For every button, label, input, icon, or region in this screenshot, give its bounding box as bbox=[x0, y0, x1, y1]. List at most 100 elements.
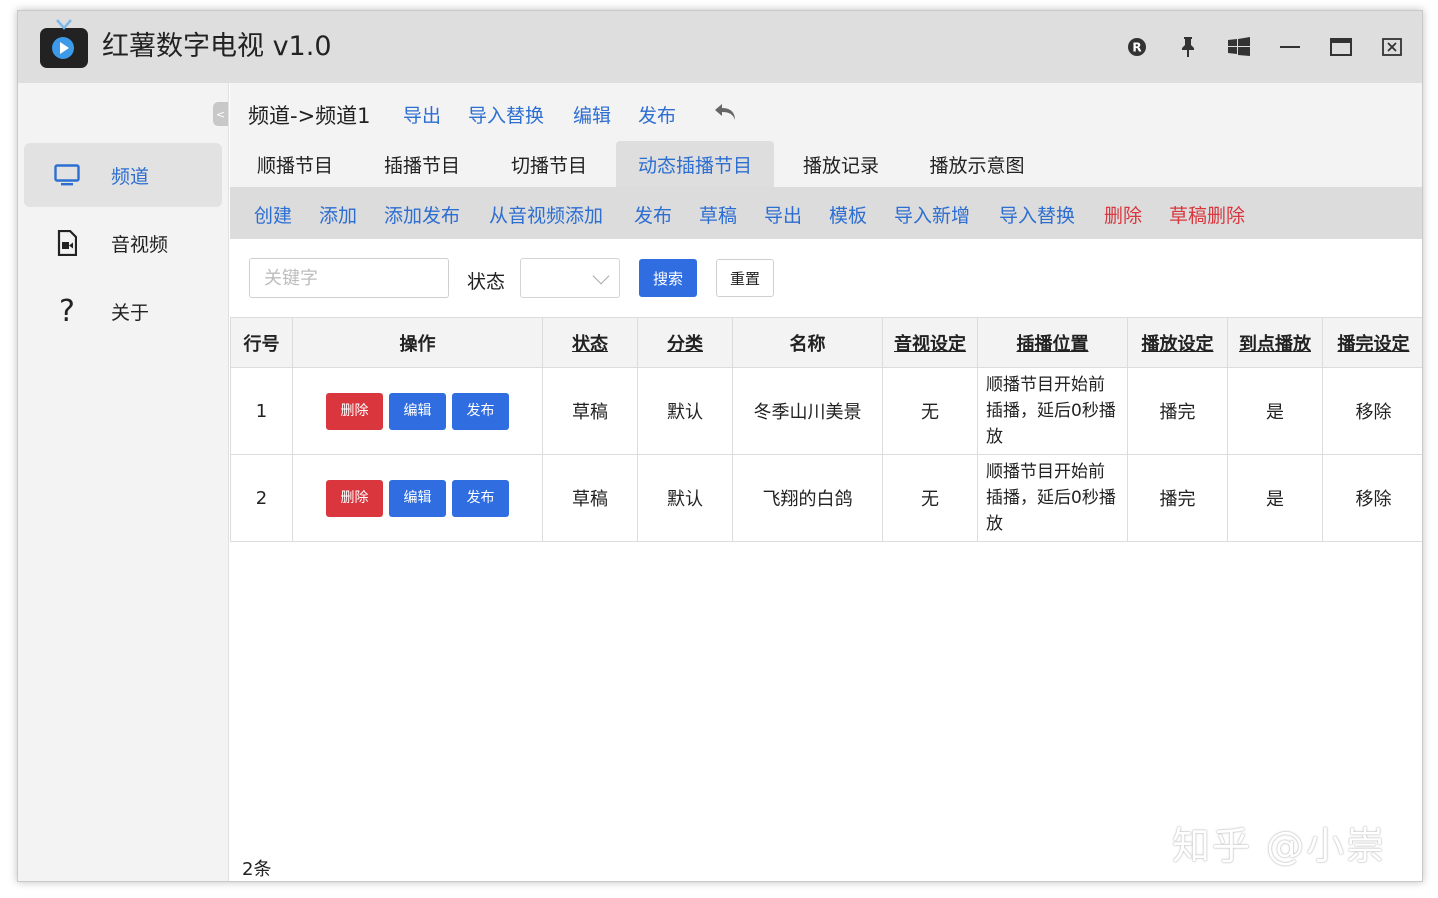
breadcrumb: 频道->频道1 bbox=[248, 104, 371, 128]
column-header-av-setting[interactable]: 音视设定 bbox=[882, 317, 978, 368]
column-header-name: 名称 bbox=[732, 317, 883, 368]
row-on-time: 是 bbox=[1227, 367, 1323, 455]
table-row: 2 删除 编辑 发布 草稿 默认 飞翔的白鸽 无 顺播节目开始前插播，延后0秒播放 … bbox=[230, 454, 1422, 542]
reset-button[interactable]: 重置 bbox=[716, 259, 774, 297]
column-header-position[interactable]: 插播位置 bbox=[977, 317, 1128, 368]
sidebar-item-label: 频道 bbox=[111, 165, 150, 188]
row-delete-button[interactable]: 删除 bbox=[326, 479, 383, 517]
column-header-after-play[interactable]: 播完设定 bbox=[1322, 317, 1422, 368]
row-play-setting: 播完 bbox=[1127, 454, 1228, 542]
row-play-setting: 播完 bbox=[1127, 367, 1228, 455]
app-window: 红薯数字电视 v1.0 R < 频道 音视频 ? 关于 频道->频道1 导出 导… bbox=[17, 10, 1423, 882]
sidebar: < 频道 音视频 ? 关于 bbox=[18, 83, 229, 881]
row-edit-button[interactable]: 编辑 bbox=[389, 479, 446, 517]
row-operations: 删除 编辑 发布 bbox=[292, 367, 543, 455]
column-header-play-setting[interactable]: 播放设定 bbox=[1127, 317, 1228, 368]
breadcrumb-edit-link[interactable]: 编辑 bbox=[573, 101, 611, 128]
row-name: 冬季山川美景 bbox=[732, 367, 883, 455]
add-link[interactable]: 添加 bbox=[319, 201, 357, 228]
row-publish-button[interactable]: 发布 bbox=[452, 392, 509, 430]
keyword-input[interactable] bbox=[249, 258, 449, 298]
breadcrumb-publish-link[interactable]: 发布 bbox=[638, 101, 676, 128]
row-operations: 删除 编辑 发布 bbox=[292, 454, 543, 542]
close-icon[interactable] bbox=[1380, 35, 1404, 59]
row-category: 默认 bbox=[637, 454, 733, 542]
antenna-icon bbox=[56, 19, 72, 30]
row-after-play: 移除 bbox=[1322, 454, 1422, 542]
sidebar-item-channel[interactable]: 频道 bbox=[24, 143, 222, 207]
watermark: 知乎 @小崇 bbox=[1172, 824, 1387, 868]
tab-dynamic-insert[interactable]: 动态插播节目 bbox=[616, 141, 774, 187]
row-delete-button[interactable]: 删除 bbox=[326, 392, 383, 430]
row-position: 顺播节目开始前插播，延后0秒播放 bbox=[977, 367, 1128, 455]
column-header-index: 行号 bbox=[230, 317, 293, 368]
table-header-row: 行号 操作 状态 分类 名称 音视设定 插播位置 播放设定 到点播放 播完设定 bbox=[230, 317, 1422, 368]
row-after-play: 移除 bbox=[1322, 367, 1422, 455]
breadcrumb-import-replace-link[interactable]: 导入替换 bbox=[468, 101, 544, 128]
undo-icon[interactable] bbox=[712, 101, 740, 125]
action-bar: 创建 添加 添加发布 从音视频添加 发布 草稿 导出 模板 导入新增 导入替换 … bbox=[230, 187, 1422, 239]
delete-link[interactable]: 删除 bbox=[1104, 201, 1142, 228]
tab-insert[interactable]: 插播节目 bbox=[369, 141, 475, 187]
breadcrumb-bar: 频道->频道1 导出 导入替换 编辑 发布 bbox=[230, 83, 1422, 141]
table-row: 1 删除 编辑 发布 草稿 默认 冬季山川美景 无 顺播节目开始前插播，延后0秒播放… bbox=[230, 367, 1422, 455]
svg-text:R: R bbox=[1132, 41, 1141, 55]
record-count: 2条 bbox=[242, 859, 272, 880]
draft-delete-link[interactable]: 草稿删除 bbox=[1169, 201, 1245, 228]
row-on-time: 是 bbox=[1227, 454, 1323, 542]
sidebar-item-about[interactable]: ? 关于 bbox=[24, 279, 222, 343]
sidebar-item-media[interactable]: 音视频 bbox=[24, 211, 222, 275]
add-publish-link[interactable]: 添加发布 bbox=[384, 201, 460, 228]
row-position: 顺播节目开始前插播，延后0秒播放 bbox=[977, 454, 1128, 542]
search-button[interactable]: 搜索 bbox=[639, 259, 697, 297]
video-file-icon bbox=[54, 230, 80, 256]
row-name: 飞翔的白鸽 bbox=[732, 454, 883, 542]
column-header-operations: 操作 bbox=[292, 317, 543, 368]
collapse-sidebar-button[interactable]: < bbox=[213, 102, 228, 126]
breadcrumb-export-link[interactable]: 导出 bbox=[403, 101, 441, 128]
program-table: 行号 操作 状态 分类 名称 音视设定 插播位置 播放设定 到点播放 播完设定 … bbox=[230, 317, 1422, 542]
sidebar-item-label: 音视频 bbox=[111, 233, 169, 256]
pin-icon[interactable] bbox=[1176, 35, 1200, 59]
tab-bar: 顺播节目 插播节目 切播节目 动态插播节目 播放记录 播放示意图 bbox=[230, 141, 1422, 187]
row-index: 2 bbox=[230, 454, 293, 542]
import-replace-link[interactable]: 导入替换 bbox=[999, 201, 1075, 228]
column-header-status[interactable]: 状态 bbox=[542, 317, 638, 368]
chevron-down-icon bbox=[592, 267, 610, 285]
r-badge-icon[interactable]: R bbox=[1125, 35, 1149, 59]
row-edit-button[interactable]: 编辑 bbox=[389, 392, 446, 430]
maximize-icon[interactable] bbox=[1329, 35, 1353, 59]
title-bar: 红薯数字电视 v1.0 R bbox=[18, 11, 1422, 83]
tab-switch[interactable]: 切播节目 bbox=[496, 141, 602, 187]
windows-icon[interactable] bbox=[1227, 35, 1251, 59]
import-new-link[interactable]: 导入新增 bbox=[894, 201, 970, 228]
monitor-icon bbox=[54, 162, 80, 188]
tab-play-diagram[interactable]: 播放示意图 bbox=[920, 141, 1034, 187]
minimize-icon[interactable] bbox=[1278, 35, 1302, 59]
row-status: 草稿 bbox=[542, 367, 638, 455]
column-header-category[interactable]: 分类 bbox=[637, 317, 733, 368]
export-link[interactable]: 导出 bbox=[764, 201, 802, 228]
row-index: 1 bbox=[230, 367, 293, 455]
draft-link[interactable]: 草稿 bbox=[699, 201, 737, 228]
template-link[interactable]: 模板 bbox=[829, 201, 867, 228]
search-row: 状态 搜索 重置 bbox=[230, 239, 1422, 317]
row-status: 草稿 bbox=[542, 454, 638, 542]
tab-sequential[interactable]: 顺播节目 bbox=[242, 141, 348, 187]
status-filter-label: 状态 bbox=[467, 271, 506, 293]
create-link[interactable]: 创建 bbox=[254, 201, 292, 228]
row-av-setting: 无 bbox=[882, 367, 978, 455]
question-icon: ? bbox=[59, 293, 75, 329]
row-category: 默认 bbox=[637, 367, 733, 455]
main-content: 频道->频道1 导出 导入替换 编辑 发布 顺播节目 插播节目 切播节目 动态插… bbox=[230, 83, 1422, 881]
publish-link[interactable]: 发布 bbox=[634, 201, 672, 228]
add-from-media-link[interactable]: 从音视频添加 bbox=[489, 201, 603, 228]
row-av-setting: 无 bbox=[882, 454, 978, 542]
app-title: 红薯数字电视 v1.0 bbox=[102, 31, 332, 62]
status-select[interactable] bbox=[520, 258, 620, 298]
app-logo-icon bbox=[40, 19, 88, 68]
column-header-on-time[interactable]: 到点播放 bbox=[1227, 317, 1323, 368]
tab-play-log[interactable]: 播放记录 bbox=[788, 141, 894, 187]
play-icon bbox=[52, 37, 74, 59]
row-publish-button[interactable]: 发布 bbox=[452, 479, 509, 517]
